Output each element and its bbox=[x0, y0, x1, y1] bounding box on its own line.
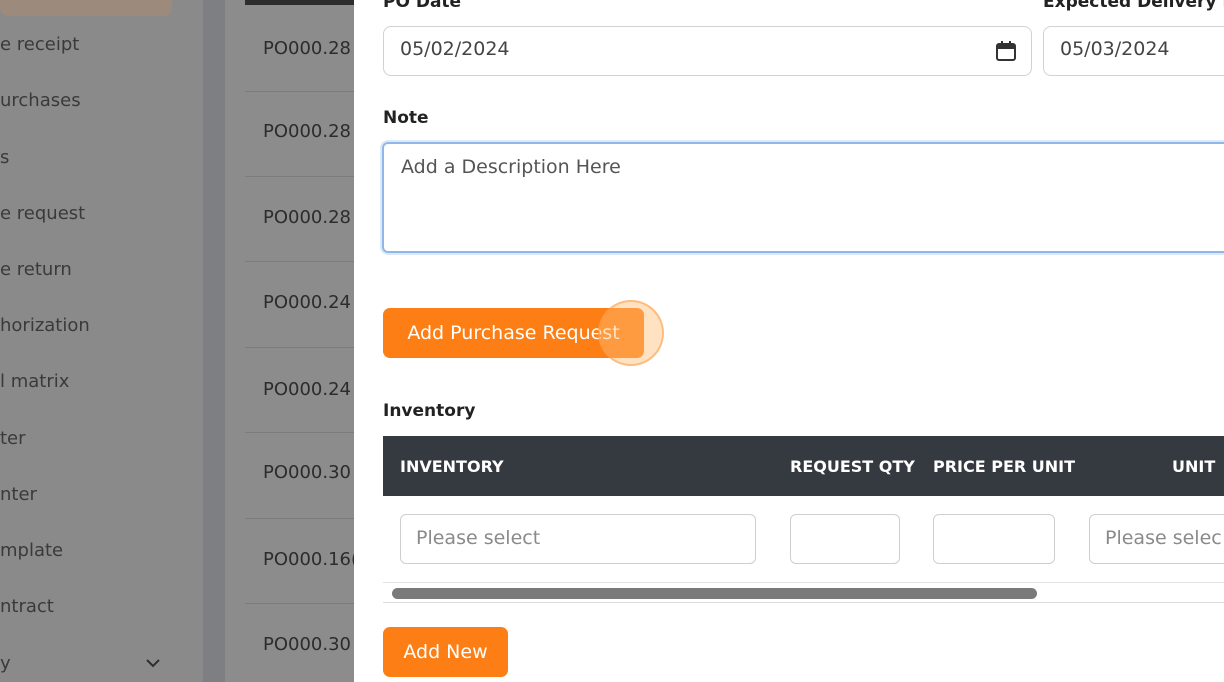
expected-delivery-field[interactable]: 05/03/2024 bbox=[1043, 26, 1224, 76]
po-number: PO000.24 bbox=[263, 379, 352, 400]
sidebar-item-purchases[interactable]: urchases bbox=[0, 90, 81, 111]
table-row: Please select Please selec bbox=[383, 496, 1224, 583]
note-textarea-wrapper bbox=[382, 142, 1224, 253]
po-date-field[interactable]: 05/02/2024 bbox=[383, 26, 1032, 76]
purchase-order-modal: PO Date Expected Delivery Da 05/02/2024 … bbox=[354, 0, 1224, 682]
sidebar: e receipt urchases s e request e return … bbox=[0, 0, 203, 682]
chevron-down-icon[interactable] bbox=[144, 654, 162, 672]
horizontal-scrollbar[interactable] bbox=[383, 582, 1224, 603]
column-header-unit: UNIT bbox=[1172, 457, 1216, 476]
column-header-price-per-unit: PRICE PER UNIT bbox=[933, 457, 1076, 476]
table-header: INVENTORY REQUEST QTY PRICE PER UNIT UNI… bbox=[383, 436, 1224, 496]
expected-delivery-value: 05/03/2024 bbox=[1060, 38, 1170, 60]
sidebar-item-return[interactable]: e return bbox=[0, 259, 72, 280]
inventory-select-placeholder: Please select bbox=[416, 527, 541, 549]
sidebar-item-ter[interactable]: ter bbox=[0, 428, 26, 449]
add-purchase-request-button[interactable]: Add Purchase Request bbox=[383, 308, 644, 358]
column-header-inventory: INVENTORY bbox=[400, 457, 504, 476]
layout-gutter bbox=[203, 0, 225, 682]
table-row[interactable]: PO000.30 bbox=[245, 603, 355, 682]
note-label: Note bbox=[383, 108, 429, 128]
scrollbar-thumb[interactable] bbox=[392, 588, 1037, 599]
table-row[interactable]: PO000.28 bbox=[245, 176, 355, 262]
inventory-select[interactable]: Please select bbox=[400, 514, 756, 564]
po-number: PO000.28 bbox=[263, 121, 352, 142]
po-number: PO000.30 bbox=[263, 462, 352, 483]
price-per-unit-input[interactable] bbox=[933, 514, 1055, 564]
sidebar-item-authorization[interactable]: horization bbox=[0, 315, 90, 336]
po-date-value: 05/02/2024 bbox=[400, 38, 510, 60]
po-list-panel: PO000.28 PO000.28 PO000.28 PO000.24 PO00… bbox=[225, 0, 359, 682]
po-number: PO000.30 bbox=[263, 634, 352, 655]
table-row[interactable]: PO000.24 bbox=[245, 261, 355, 348]
expected-delivery-label: Expected Delivery Da bbox=[1043, 0, 1224, 12]
table-row[interactable]: PO000.28 bbox=[245, 91, 355, 177]
sidebar-item-receipt[interactable]: e receipt bbox=[0, 34, 79, 55]
sidebar-item-matrix[interactable]: l matrix bbox=[0, 371, 69, 392]
add-new-button[interactable]: Add New bbox=[383, 627, 508, 677]
sidebar-item-s[interactable]: s bbox=[0, 147, 9, 168]
sidebar-active-indicator bbox=[0, 0, 172, 16]
po-number: PO000.28 bbox=[263, 207, 352, 228]
table-row[interactable]: PO000.30 bbox=[245, 432, 355, 519]
unit-select-placeholder: Please selec bbox=[1105, 527, 1222, 549]
po-number: PO000.16( bbox=[263, 549, 359, 570]
table-row[interactable]: PO000.28 bbox=[245, 5, 355, 92]
table-row[interactable]: PO000.24 bbox=[245, 347, 355, 433]
table-row[interactable]: PO000.16( bbox=[245, 518, 359, 604]
sidebar-item-contract[interactable]: ntract bbox=[0, 596, 54, 617]
note-textarea[interactable] bbox=[384, 144, 1224, 251]
po-number: PO000.28 bbox=[263, 38, 352, 59]
sidebar-item-y[interactable]: y bbox=[0, 653, 11, 674]
sidebar-item-template[interactable]: mplate bbox=[0, 540, 63, 561]
request-qty-input[interactable] bbox=[790, 514, 900, 564]
po-number: PO000.24 bbox=[263, 292, 352, 313]
sidebar-item-request[interactable]: e request bbox=[0, 203, 85, 224]
sidebar-item-nter[interactable]: nter bbox=[0, 484, 37, 505]
inventory-label: Inventory bbox=[383, 401, 476, 421]
po-date-label: PO Date bbox=[383, 0, 462, 12]
calendar-icon[interactable] bbox=[995, 40, 1017, 62]
column-header-request-qty: REQUEST QTY bbox=[790, 457, 915, 476]
unit-select[interactable]: Please selec bbox=[1089, 514, 1224, 564]
